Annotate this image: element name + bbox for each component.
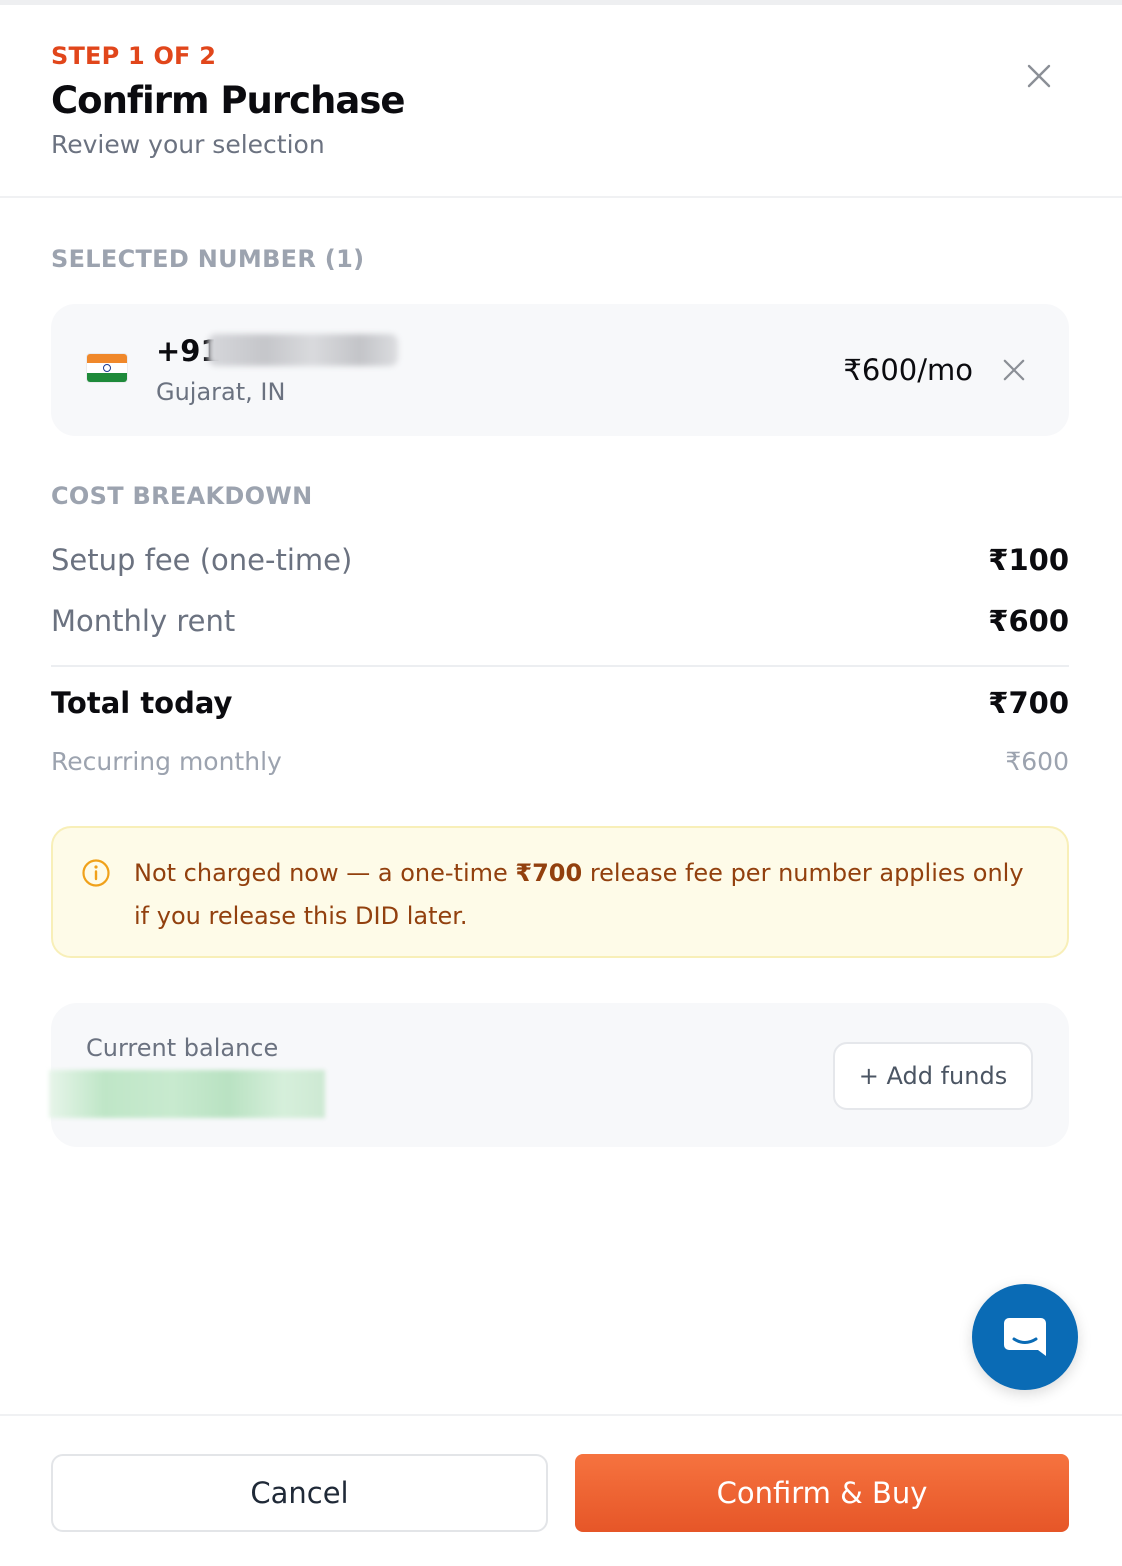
balance-amount-redacted	[49, 1070, 325, 1118]
total-label: Total today	[51, 686, 233, 720]
total-row: Total today ₹700	[51, 686, 1069, 720]
recurring-value: ₹600	[1005, 747, 1069, 776]
cost-row-label: Monthly rent	[51, 604, 236, 638]
cost-breakdown-label: COST BREAKDOWN	[51, 482, 313, 510]
chat-launcher-button[interactable]	[972, 1284, 1078, 1390]
recurring-label: Recurring monthly	[51, 747, 282, 776]
info-icon	[82, 859, 110, 887]
modal-footer: Cancel Confirm & Buy	[0, 1414, 1122, 1566]
release-fee-notice: Not charged now — a one-time ₹700 releas…	[51, 826, 1069, 958]
balance-label: Current balance	[86, 1034, 279, 1062]
phone-number-redacted	[208, 334, 398, 366]
page-subtitle: Review your selection	[51, 130, 325, 159]
notice-text-before: Not charged now — a one-time	[134, 859, 516, 887]
remove-number-button[interactable]	[999, 355, 1029, 385]
number-region: Gujarat, IN	[156, 378, 286, 406]
confirm-buy-button[interactable]: Confirm & Buy	[575, 1454, 1069, 1532]
cost-row-value: ₹100	[988, 543, 1069, 577]
cost-row-setup: Setup fee (one-time) ₹100	[51, 543, 1069, 577]
close-icon	[1027, 64, 1051, 88]
cost-row-value: ₹600	[988, 604, 1069, 638]
notice-amount: ₹700	[515, 859, 583, 887]
add-funds-button[interactable]: + Add funds	[833, 1042, 1033, 1110]
page-title: Confirm Purchase	[51, 79, 405, 122]
number-price: ₹600/mo	[843, 353, 973, 387]
total-value: ₹700	[988, 686, 1069, 720]
selected-number-label: SELECTED NUMBER (1)	[51, 245, 365, 273]
recurring-row: Recurring monthly ₹600	[51, 747, 1069, 776]
india-flag-icon	[87, 354, 127, 382]
step-indicator: STEP 1 OF 2	[51, 42, 217, 70]
selected-number-card: +91 Gujarat, IN ₹600/mo	[51, 304, 1069, 436]
cost-row-label: Setup fee (one-time)	[51, 543, 353, 577]
divider	[51, 665, 1069, 667]
chat-icon	[1004, 1318, 1046, 1356]
cancel-button[interactable]: Cancel	[51, 1454, 548, 1532]
cost-row-monthly: Monthly rent ₹600	[51, 604, 1069, 638]
balance-card: Current balance + Add funds	[49, 1003, 1069, 1147]
notice-text: Not charged now — a one-time ₹700 releas…	[134, 852, 1044, 938]
close-icon	[1003, 359, 1025, 381]
close-button[interactable]	[1020, 57, 1058, 95]
modal-header: STEP 1 OF 2 Confirm Purchase Review your…	[0, 5, 1122, 198]
